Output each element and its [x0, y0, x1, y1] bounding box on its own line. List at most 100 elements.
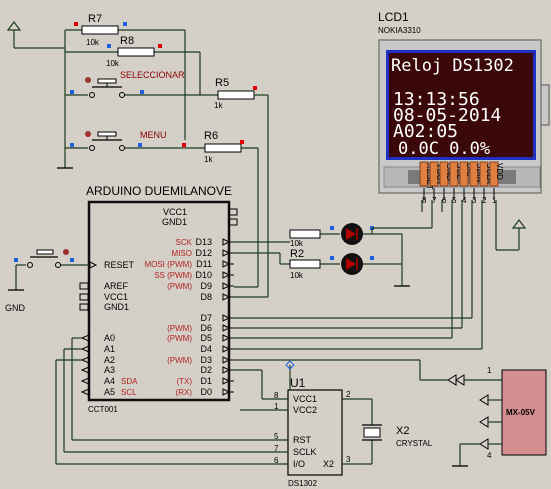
arduino-pin-label-14: (TX): [176, 377, 192, 386]
pin-marker: [330, 226, 334, 230]
arduino-left-pin-3: GND1: [104, 302, 129, 312]
arduino-left-pin-9: A5: [104, 387, 115, 397]
pin-marker: [158, 44, 162, 48]
arduino-pin-label-5: SS (PWM): [154, 271, 192, 280]
arduino-left-pin-0: RESET: [104, 260, 135, 270]
led-1[interactable]: [341, 223, 363, 245]
pin-marker: [70, 258, 74, 262]
arduino-title: ARDUINO DUEMILANOVE: [86, 184, 232, 198]
resistor-r6[interactable]: R6 1k: [204, 130, 242, 164]
arduino-pin-label-15: (RX): [176, 388, 193, 397]
r1-value: 10k: [290, 239, 304, 248]
arduino-pin-d5: D5: [200, 333, 212, 343]
r8-ref: R8: [120, 35, 134, 47]
arduino-pin-label-0: VCC1: [163, 207, 187, 217]
arduino-pin-d8: D8: [200, 292, 212, 302]
r2-value: 10k: [290, 271, 304, 280]
ds1302-pin-io: I/O: [293, 459, 305, 469]
mx05v-module[interactable]: MX-05V: [501, 369, 547, 456]
arduino-left-pin-1: AREF: [104, 281, 129, 291]
lcd-pins: RESET8VOUT7GND6SCE5D/C4SDIN3SCLK2VDD1: [419, 161, 504, 205]
lcd-pin-label-7: VDD: [495, 163, 504, 180]
ds1302-pin-num-right-1: 3: [346, 455, 351, 464]
r5-value: 1k: [214, 101, 223, 110]
r6-value: 1k: [204, 155, 213, 164]
arduino-pin-d1: D1: [200, 376, 212, 386]
mx-pin-1: 1: [487, 366, 492, 375]
led-2[interactable]: [341, 253, 363, 275]
pin-marker: [370, 256, 374, 260]
u1-part: DS1302: [288, 479, 317, 488]
gnd-label: GND: [5, 303, 26, 313]
resistor-r1[interactable]: 10k: [289, 229, 321, 248]
arduino-pin-d2: D2: [200, 365, 212, 375]
arduino-pin-label-3: MISO: [172, 249, 192, 258]
pin-marker: [74, 22, 78, 26]
crystal-x2[interactable]: X2 CRYSTAL: [362, 424, 433, 448]
pin-marker: [253, 86, 257, 90]
mx-pin-4: 4: [487, 451, 492, 460]
vcc-terminal-top[interactable]: [6, 21, 65, 49]
r5-ref: R5: [215, 77, 229, 89]
x2-value: CRYSTAL: [396, 439, 433, 448]
arduino-pin-label-1: GND1: [162, 217, 187, 227]
ds1302-pin-x2: X2: [323, 459, 334, 469]
pin-marker: [70, 90, 74, 94]
button-menu[interactable]: MENU: [65, 130, 205, 151]
arduino-left-pin-8: A4: [104, 376, 115, 386]
vcc-terminal-lcd[interactable]: [495, 200, 527, 251]
arduino-pin-label-9: (PWM): [167, 324, 192, 333]
schematic-canvas: R7 10k R8 10k SELECCIONAR R5 1k MENU R6 …: [0, 0, 551, 489]
lcd-line-1: Reloj DS1302: [391, 56, 514, 76]
resistor-r2[interactable]: R2 10k: [289, 248, 321, 280]
lcd-title: LCD1: [378, 10, 409, 24]
ds1302-pin-rst: RST: [293, 435, 312, 445]
pin-marker: [240, 140, 244, 144]
arduino-part: CCT001: [88, 405, 118, 414]
resistor-r5[interactable]: R5 1k: [214, 77, 255, 110]
arduino-pin-d10: D10: [195, 270, 212, 280]
r2-ref: R2: [290, 248, 304, 260]
power-pin-box: [79, 293, 89, 301]
arduino-left-pin-func-8: SDA: [121, 377, 138, 386]
pin-marker: [123, 22, 127, 26]
menu-label: MENU: [140, 130, 167, 140]
lcd-line-5: 0.0C 0.0%: [398, 139, 490, 159]
arduino-pin-label-2: SCK: [176, 238, 193, 247]
seleccionar-label: SELECCIONAR: [120, 70, 185, 80]
arduino-pin-d12: D12: [195, 248, 212, 258]
pin-marker: [140, 90, 144, 94]
r7-ref: R7: [88, 13, 102, 25]
x2-ref: X2: [396, 425, 409, 437]
u1-ref: U1: [290, 376, 306, 390]
arduino-left-pin-2: VCC1: [104, 292, 128, 302]
pin-marker: [70, 143, 74, 147]
arduino-pin-d9: D9: [200, 281, 212, 291]
arduino-pin-d6: D6: [200, 323, 212, 333]
arduino-pin-d3: D3: [200, 355, 212, 365]
schematic-svg: R7 10k R8 10k SELECCIONAR R5 1k MENU R6 …: [5, 10, 550, 488]
ds1302-pin-num-right-0: 2: [346, 390, 351, 399]
arduino-pin-d4: D4: [200, 344, 212, 354]
ds1302-pin-vcc1: VCC1: [293, 394, 317, 404]
arduino-pin-d11: D11: [196, 259, 212, 269]
ground-symbol-left: [8, 265, 24, 291]
arduino-pin-label-10: (PWM): [167, 334, 192, 343]
arduino-pin-d13: D13: [195, 237, 212, 247]
mx05v-label: MX-05V: [506, 408, 536, 417]
resistor-r7[interactable]: R7 10k: [81, 13, 119, 47]
arduino-left-pin-4: A0: [104, 333, 115, 343]
r7-value: 10k: [86, 38, 100, 47]
arduino-left-pin-func-9: SCL: [121, 388, 137, 397]
arduino-left-pin-5: A1: [104, 344, 115, 354]
ds1302-pin-sclk: SCLK: [293, 447, 317, 457]
ds1302-pin-vcc2: VCC2: [293, 405, 317, 415]
pin-marker: [330, 256, 334, 260]
lcd-model: NOKIA3310: [378, 26, 421, 35]
reset-button[interactable]: [16, 249, 89, 268]
arduino-pin-label-6: (PWM): [167, 282, 192, 291]
power-pin-box: [79, 282, 89, 290]
pin-marker: [107, 44, 111, 48]
r8-value: 10k: [106, 59, 120, 68]
arduino-pin-d7: D7: [200, 313, 212, 323]
